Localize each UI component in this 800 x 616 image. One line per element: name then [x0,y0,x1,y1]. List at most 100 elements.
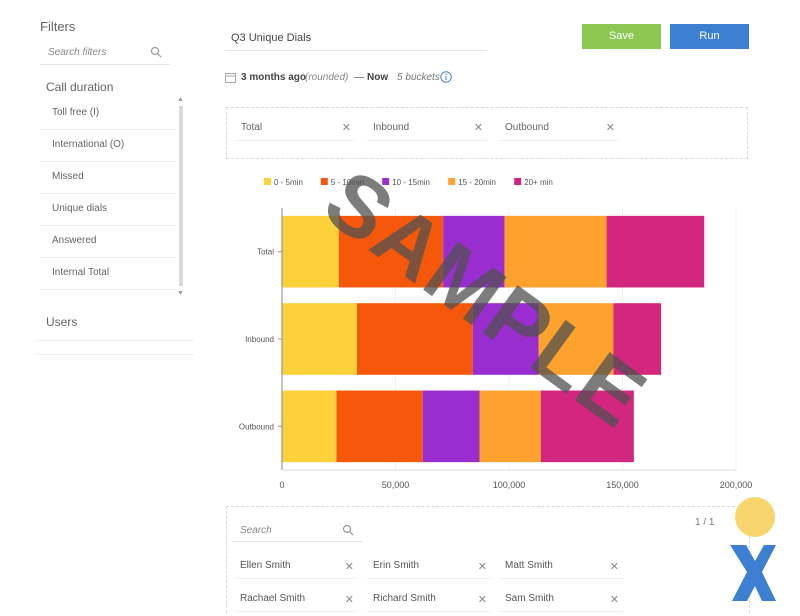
bar-segment [282,303,357,375]
calendar-icon [225,73,236,83]
scroll-thumb[interactable] [179,106,183,286]
person-tag[interactable]: Sam Smith ✕ [499,589,623,612]
y-category-label: Inbound [245,335,274,344]
legend-label: 0 - 5min [274,178,303,187]
legend-swatch [514,178,522,185]
legend-swatch [320,178,328,185]
range-from: 3 months ago [241,72,307,83]
series-tag-total[interactable]: Total ✕ [235,116,355,141]
series-tag-label: Total [241,122,263,133]
legend-swatch [264,178,271,185]
series-tag-label: Outbound [505,122,549,133]
pager: 1 / 1 [695,517,715,528]
close-icon[interactable]: ✕ [342,121,351,134]
series-tag-inbound[interactable]: Inbound ✕ [367,116,487,141]
filter-item-international[interactable]: International (O) [40,130,175,162]
divider [34,340,194,341]
legend-label: 20+ min [524,178,553,187]
series-tag-label: Inbound [373,122,410,133]
people-search-input[interactable]: Search [232,519,362,542]
bar-segment [338,215,444,288]
people-search-placeholder: Search [240,525,272,536]
close-icon[interactable]: ✕ [478,560,487,573]
search-filters-placeholder: Search filters [48,47,107,58]
close-icon[interactable]: ✕ [610,560,619,573]
close-icon[interactable]: ✕ [474,121,483,134]
filter-list: Toll free (I) International (O) Missed U… [40,98,178,296]
filter-item-label: Missed [52,171,84,182]
x-tick-label: 200,000 [720,480,753,490]
x-tick-label: 50,000 [382,480,410,490]
bar-segment [472,303,539,375]
filter-item-label: International (O) [52,139,125,150]
person-name: Richard Smith [373,593,436,604]
series-tag-outbound[interactable]: Outbound ✕ [499,116,619,141]
filter-item-missed[interactable]: Missed [40,162,175,194]
filter-item-label: Unique dials [52,203,108,214]
person-tag[interactable]: Ellen Smith ✕ [234,556,358,579]
close-icon[interactable]: ✕ [606,121,615,134]
filter-scrollbar[interactable]: ▲ ▼ [177,96,185,300]
range-to: Now [367,72,389,83]
range-dash: — [354,72,364,83]
filter-item-label: Toll free (I) [52,107,100,118]
legend-swatch [448,178,456,185]
legend-label: 15 - 20min [458,178,496,187]
bar-segment [504,215,607,288]
person-name: Ellen Smith [240,560,291,571]
close-icon[interactable]: ✕ [478,593,487,606]
filter-item-toll-free[interactable]: Toll free (I) [40,98,175,130]
bar-segment [336,390,423,463]
search-icon [342,524,354,536]
info-icon[interactable] [440,71,452,83]
search-filters-input[interactable]: Search filters [40,42,170,65]
run-button[interactable]: Run [670,24,749,49]
report-title-input[interactable]: Q3 Unique Dials [225,24,487,51]
bar-segment [479,390,541,463]
filter-item-label: Answered [52,235,97,246]
divider [34,354,194,355]
legend-label: 10 - 15min [392,178,430,187]
scroll-up-icon[interactable]: ▲ [177,96,184,103]
series-selector: Total ✕ Inbound ✕ Outbound ✕ [226,107,748,159]
x-tick-label: 0 [279,480,284,490]
bar-segment [282,215,339,288]
filter-item-answered[interactable]: Answered [40,226,175,258]
scroll-down-icon[interactable]: ▼ [177,290,184,297]
bar-segment [356,303,473,375]
person-tag[interactable]: Matt Smith ✕ [499,556,623,579]
close-icon[interactable]: ✕ [345,593,354,606]
x-tick-label: 150,000 [606,480,639,490]
person-name: Matt Smith [505,560,553,571]
person-tag[interactable]: Richard Smith ✕ [367,589,491,612]
bar-segment [443,215,505,288]
brand-logo [730,497,776,601]
x-tick-label: 100,000 [493,480,526,490]
bar-segment [613,303,662,375]
bar-segment [606,215,705,288]
y-category-label: Outbound [239,422,274,431]
person-name: Erin Smith [373,560,420,571]
person-tag[interactable]: Rachael Smith ✕ [234,589,358,612]
filter-item-label: Internal Total [52,267,110,278]
save-button[interactable]: Save [582,24,661,49]
report-title-value: Q3 Unique Dials [231,32,312,44]
person-tag[interactable]: Erin Smith ✕ [367,556,491,579]
section-call-duration[interactable]: Call duration [46,80,113,94]
sidebar: Filters Search filters Call duration Tol… [0,0,200,616]
bar-segment [538,303,614,375]
legend-label: 5 - 10min [331,178,364,187]
filter-item-unique-dials[interactable]: Unique dials [40,194,175,226]
search-icon [150,46,162,58]
close-icon[interactable]: ✕ [345,560,354,573]
legend-swatch [382,178,390,185]
stacked-bar-chart: 0 - 5min 5 - 10min 10 - 15min 15 - 20min 20+… [239,178,753,490]
bar-segment [282,390,337,463]
person-name: Sam Smith [505,593,554,604]
filter-item-internal-total[interactable]: Internal Total [40,258,175,290]
bar-segment [422,390,480,463]
section-users[interactable]: Users [46,315,77,329]
bar-segment [540,390,634,463]
close-icon[interactable]: ✕ [610,593,619,606]
range-buckets: 5 buckets [397,72,440,83]
